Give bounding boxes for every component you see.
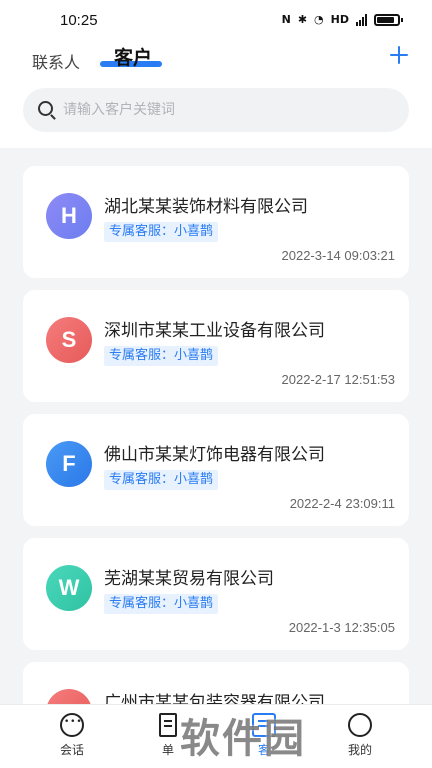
tab-contacts[interactable]: 联系人 [32, 49, 80, 73]
company-name: 佛山市某某灯饰电器有限公司 [104, 445, 325, 465]
nav-me-label: 我的 [347, 743, 372, 757]
search-icon [38, 101, 53, 116]
avatar: F [46, 441, 92, 487]
nfc-icon: N [281, 13, 291, 26]
avatar: H [46, 193, 92, 239]
search-input[interactable] [63, 99, 383, 121]
timestamp: 2022-2-4 23:09:11 [289, 496, 395, 511]
tab-customers[interactable]: 客户 [114, 43, 152, 70]
avatar: W [46, 565, 92, 611]
plus-icon[interactable] [390, 46, 408, 64]
me-icon [348, 713, 372, 737]
agent-tag: 专属客服：小喜鹊 [104, 222, 219, 242]
tab-bar: 联系人 客户 [0, 40, 432, 80]
company-name: 湖北某某装饰材料有限公司 [104, 197, 308, 217]
avatar: S [46, 317, 92, 363]
watermark: 软件园 [180, 716, 306, 762]
header-area: 10:25 N ✱ ◔ HD 联系人 客户 [0, 0, 432, 148]
customer-card[interactable]: S 深圳市某某工业设备有限公司 专属客服：小喜鹊 2022-2-17 12:51… [23, 290, 409, 402]
agent-tag: 专属客服：小喜鹊 [104, 470, 219, 490]
hd-icon: HD [330, 13, 349, 26]
customer-card[interactable]: F 佛山市某某灯饰电器有限公司 专属客服：小喜鹊 2022-2-4 23:09:… [23, 414, 409, 526]
timestamp: 2022-1-3 12:35:05 [288, 620, 395, 635]
5g-signal-icon [356, 13, 367, 26]
order-icon [159, 713, 177, 737]
bluetooth-icon: ✱ [297, 13, 308, 26]
timestamp: 2022-2-17 12:51:53 [281, 372, 395, 387]
company-name: 深圳市某某工业设备有限公司 [104, 321, 325, 341]
nav-chat-label: 会话 [59, 743, 84, 757]
wifi-icon: ◔ [314, 13, 324, 26]
company-name: 芜湖某某贸易有限公司 [104, 569, 274, 589]
chat-icon [60, 713, 84, 737]
agent-tag: 专属客服：小喜鹊 [104, 594, 219, 614]
system-icons: N ✱ ◔ HD [281, 13, 403, 26]
nav-me[interactable]: 我的 [330, 713, 390, 758]
status-bar: 10:25 N ✱ ◔ HD [0, 0, 432, 40]
agent-tag: 专属客服：小喜鹊 [104, 346, 219, 366]
battery-icon [374, 13, 403, 26]
status-time: 10:25 [60, 12, 98, 29]
customer-card[interactable]: W 芜湖某某贸易有限公司 专属客服：小喜鹊 2022-1-3 12:35:05 [23, 538, 409, 650]
nav-chat[interactable]: 会话 [42, 713, 102, 758]
timestamp: 2022-3-14 09:03:21 [281, 248, 395, 263]
customer-card[interactable]: H 湖北某某装饰材料有限公司 专属客服：小喜鹊 2022-3-14 09:03:… [23, 166, 409, 278]
search-bar[interactable] [23, 88, 409, 132]
